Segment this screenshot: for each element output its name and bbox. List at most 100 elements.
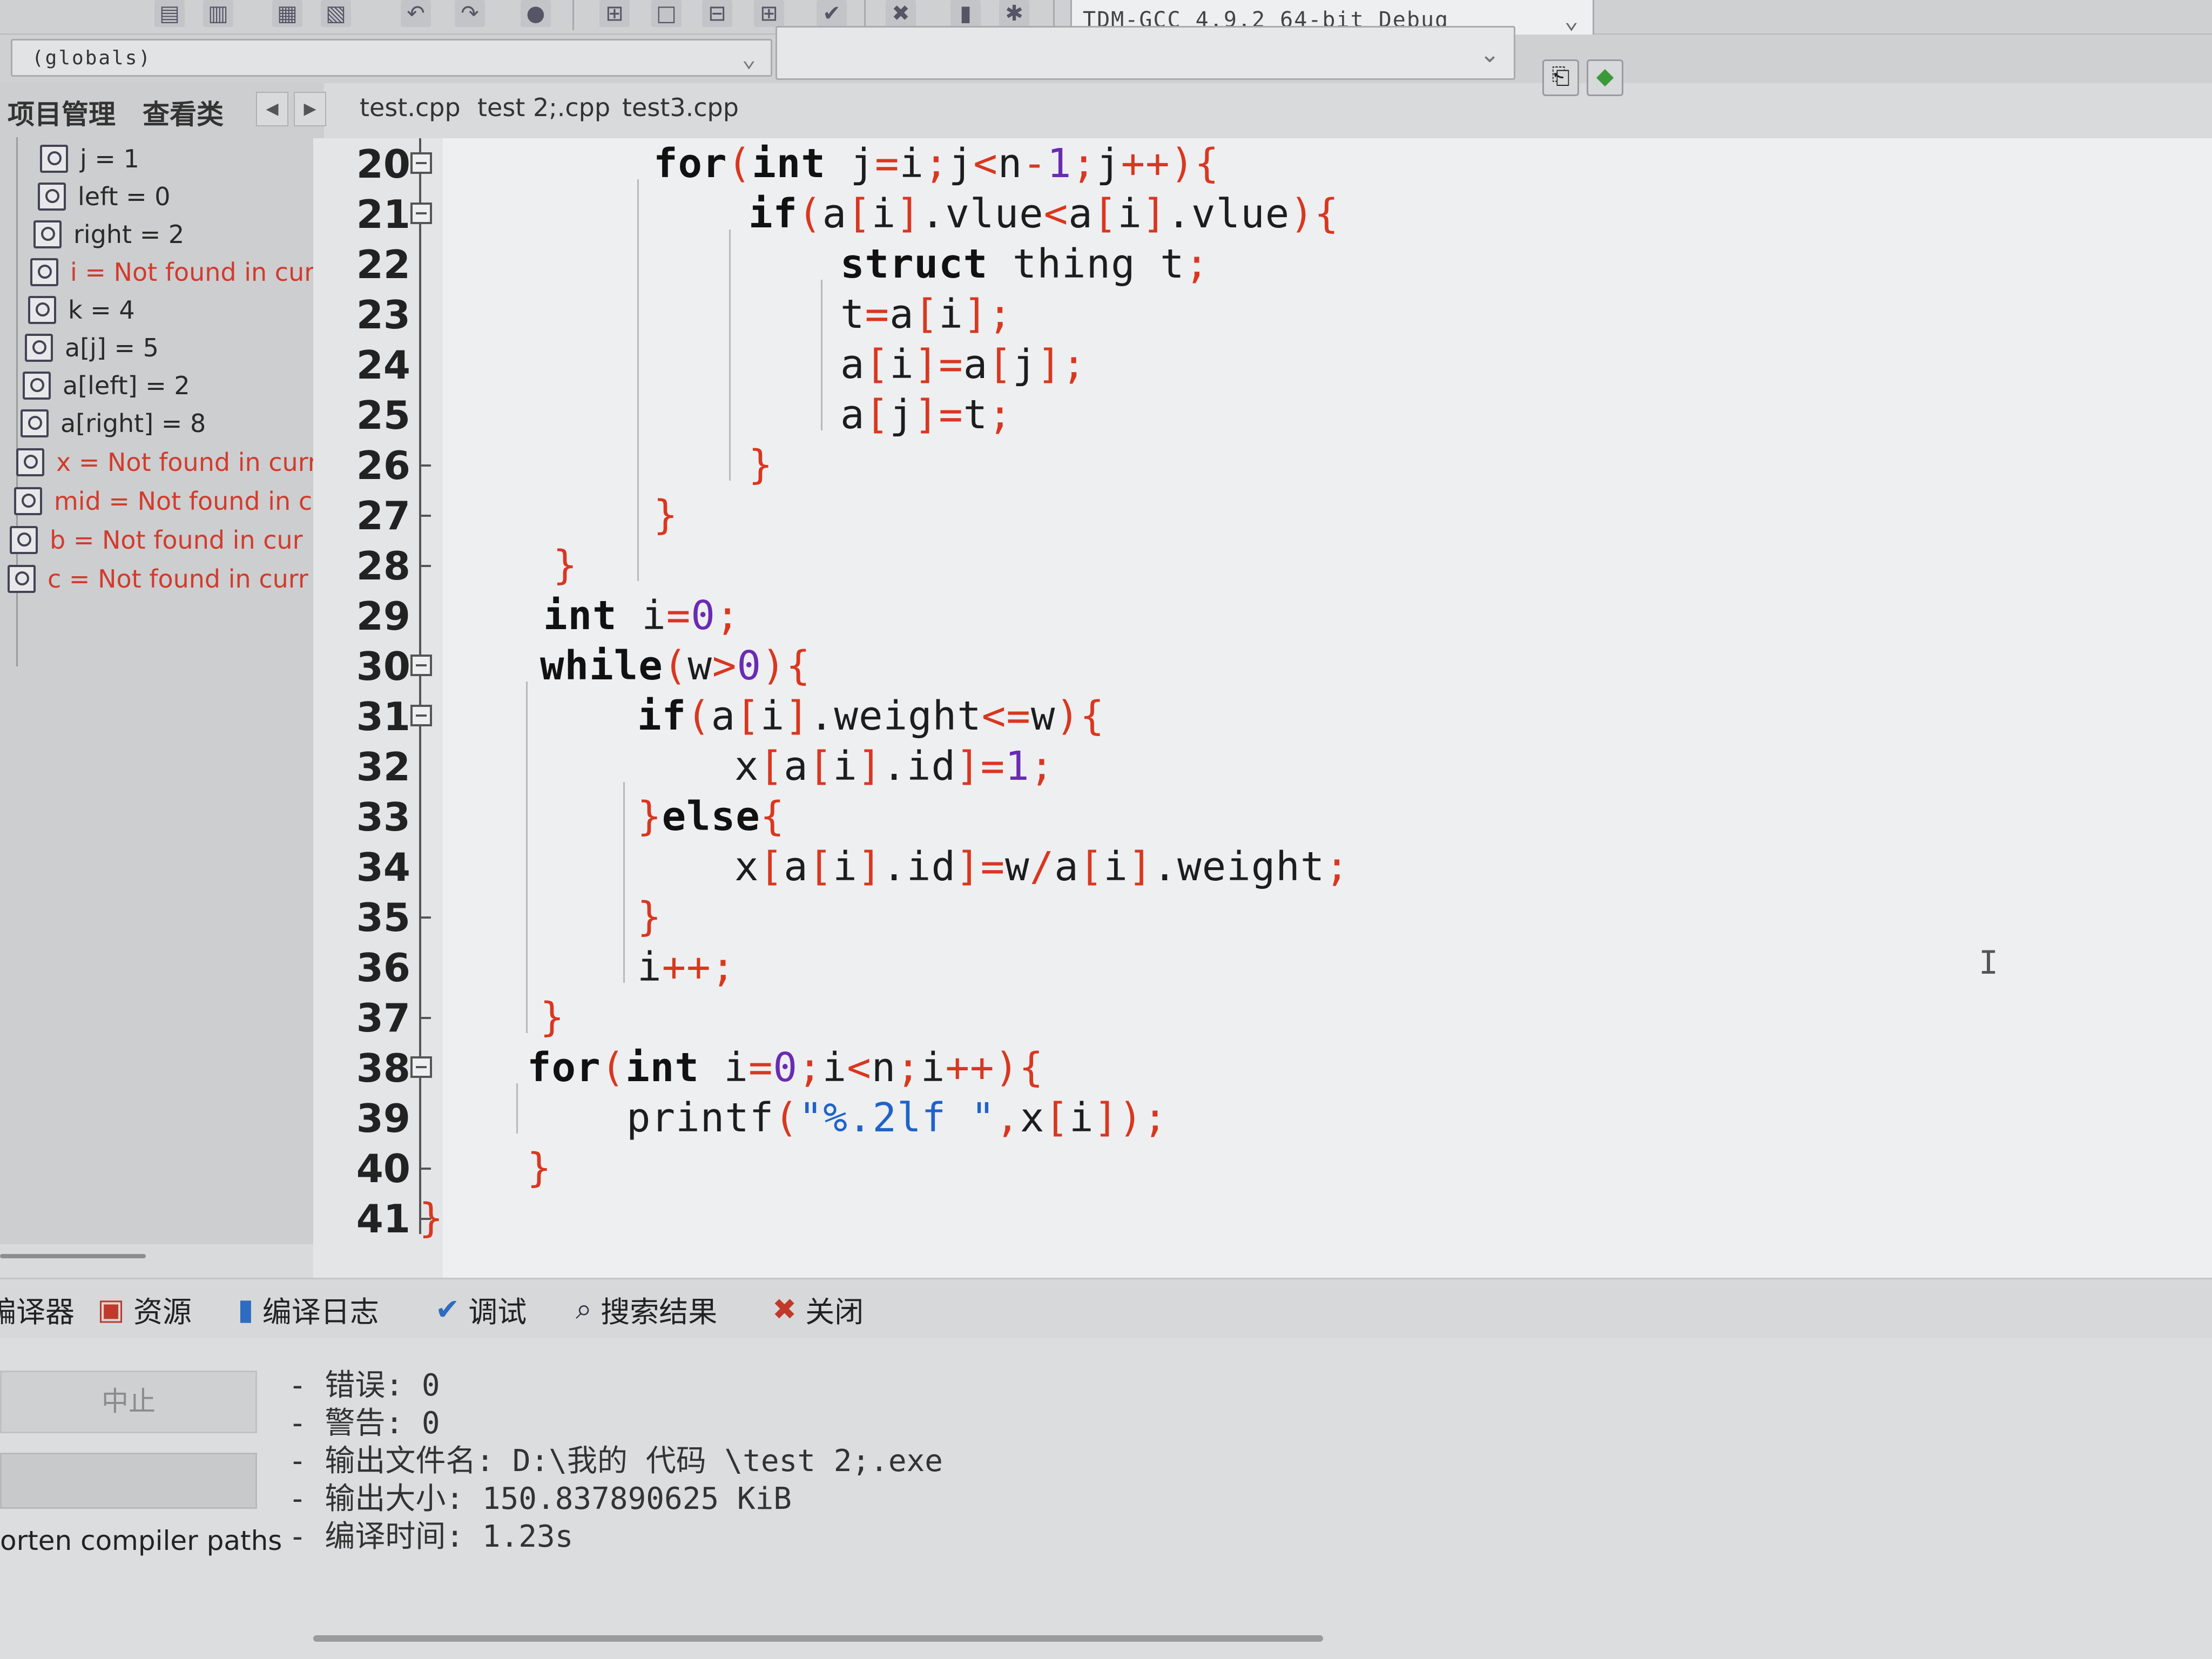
tab-test2-cpp[interactable]: test 2;.cpp xyxy=(477,93,610,122)
line-number: 33 xyxy=(356,794,410,840)
watch-item[interactable]: c = Not found in curr xyxy=(8,562,319,596)
code-line[interactable]: a[j]=t; xyxy=(840,392,1013,438)
watch-item[interactable]: k = 4 xyxy=(28,293,319,327)
code-editor[interactable]: 20 21 22 23 24 25 26 27 28 29 30 31 32 33 34 35 36 37 38 39… xyxy=(313,138,2212,1278)
watch-item[interactable]: left = 0 xyxy=(38,179,319,214)
bottom-tab[interactable]: ⌕ 搜索结果 xyxy=(576,1290,718,1329)
find-icon[interactable]: ● xyxy=(521,0,551,27)
line-number: 30 xyxy=(356,644,410,689)
tab-test3-cpp[interactable]: test3.cpp xyxy=(622,93,739,122)
code-line[interactable]: } xyxy=(553,542,578,589)
bottom-tab[interactable]: ▮ 编译日志 xyxy=(238,1290,379,1329)
tab-test-cpp[interactable]: test.cpp xyxy=(360,93,461,122)
chevron-down-icon: ⌄ xyxy=(741,45,758,72)
scope-select-value: (globals) xyxy=(32,47,152,69)
fold-toggle-icon[interactable] xyxy=(410,1056,432,1078)
compile-log-line: - 输出大小: 150.837890625 KiB xyxy=(288,1481,792,1516)
watch-item[interactable]: mid = Not found in c xyxy=(14,484,319,518)
line-number: 34 xyxy=(356,845,410,890)
undo-icon[interactable]: ↶ xyxy=(401,0,431,27)
fold-end-marker xyxy=(419,916,431,919)
code-line[interactable]: x[a[i].id]=1; xyxy=(734,743,1054,790)
code-line[interactable]: } xyxy=(527,1145,552,1191)
bottom-tab[interactable]: ✔ 调试 xyxy=(435,1290,527,1329)
line-number: 25 xyxy=(356,393,410,438)
chart-icon[interactable]: ▮ xyxy=(950,0,981,27)
watch-item[interactable]: x = Not found in curr xyxy=(16,445,319,480)
function-select[interactable]: ⌄ xyxy=(775,26,1515,80)
fold-toggle-icon[interactable] xyxy=(410,655,432,676)
watch-item-text: right = 2 xyxy=(73,220,185,249)
code-line[interactable]: struct thing t; xyxy=(840,241,1209,287)
open-file-icon[interactable]: ▤ xyxy=(154,0,185,27)
print-icon[interactable]: ▦ xyxy=(272,0,302,27)
watch-item[interactable]: right = 2 xyxy=(33,217,319,252)
redo-icon[interactable]: ↷ xyxy=(455,0,485,27)
code-line[interactable]: for(int j=i;j<n-1;j++){ xyxy=(653,140,1219,187)
line-number: 40 xyxy=(356,1146,410,1191)
panel-horizontal-scrollbar[interactable] xyxy=(0,1254,146,1258)
indent-guide xyxy=(821,280,822,430)
code-line[interactable]: } xyxy=(540,994,565,1041)
bottom-tab[interactable]: ▣ 资源 xyxy=(97,1290,192,1329)
code-line[interactable]: for(int i=0;i<n;i++){ xyxy=(527,1044,1044,1091)
code-line[interactable]: int i=0; xyxy=(543,592,740,639)
watch-item[interactable]: j = 1 xyxy=(40,141,319,176)
stop-icon[interactable]: ✖ xyxy=(886,0,916,27)
code-line[interactable]: if(a[i].weight<=w){ xyxy=(637,693,1105,739)
fold-toggle-icon[interactable] xyxy=(410,203,432,224)
fold-end-marker xyxy=(419,1017,431,1019)
watch-item[interactable]: a[j] = 5 xyxy=(25,331,319,365)
bottom-tab[interactable]: 编译器 xyxy=(0,1290,75,1329)
line-number: 31 xyxy=(356,694,410,739)
compile-run-icon[interactable]: ⊟ xyxy=(702,0,732,27)
code-line[interactable]: printf("%.2lf ",x[i]); xyxy=(626,1095,1168,1141)
save-file-icon[interactable]: ▥ xyxy=(203,0,233,27)
compile-icon[interactable]: ⊞ xyxy=(599,0,630,27)
rebuild-icon[interactable]: ⊞ xyxy=(754,0,784,27)
watch-item[interactable]: a[right] = 8 xyxy=(21,406,319,441)
bottom-tabs: 编译器 ▣ 资源 ▮ 编译日志 ✔ 调试 ⌕ 搜索结果 ✖ 关闭 xyxy=(0,1278,2212,1339)
code-line[interactable]: } xyxy=(419,1195,444,1242)
code-line[interactable]: } xyxy=(653,492,678,538)
search-results-icon: ⌕ xyxy=(576,1292,592,1326)
print-preview-icon[interactable]: ▧ xyxy=(321,0,351,27)
line-number: 35 xyxy=(356,895,410,940)
code-line[interactable]: x[a[i].id]=w/a[i].weight; xyxy=(734,844,1350,890)
left-panel: 项目管理 查看类 ◀ ▶ j = 1 left = 0 right = 2 i = N… xyxy=(0,83,326,1258)
indent-guide xyxy=(729,230,731,481)
shorten-compiler-paths-label[interactable]: orten compiler paths xyxy=(0,1525,282,1556)
run-icon[interactable]: □ xyxy=(651,0,682,27)
watch-item-text: a[j] = 5 xyxy=(65,333,159,362)
code-line[interactable]: a[i]=a[j]; xyxy=(840,341,1087,388)
scope-select[interactable]: (globals) ⌄ xyxy=(11,39,772,77)
line-number: 26 xyxy=(356,443,410,488)
bottom-tab-label: 搜索结果 xyxy=(601,1294,718,1329)
watch-variable-icon xyxy=(38,183,66,211)
code-line[interactable]: while(w>0){ xyxy=(540,643,811,689)
watch-item[interactable]: i = Not found in curr xyxy=(30,255,319,289)
fold-toggle-icon[interactable] xyxy=(410,152,432,174)
code-line[interactable]: t=a[i]; xyxy=(840,291,1013,338)
code-line[interactable]: }else{ xyxy=(637,793,785,840)
abort-button[interactable]: 中止 xyxy=(0,1371,257,1433)
tab-scroll-left-icon[interactable]: ◀ xyxy=(256,92,288,126)
chevron-down-icon: ⌄ xyxy=(1480,41,1500,68)
code-line[interactable]: } xyxy=(748,442,773,488)
code-line[interactable]: } xyxy=(637,894,662,940)
watch-item[interactable]: b = Not found in cur xyxy=(10,523,319,557)
tab-scroll-right-icon[interactable]: ▶ xyxy=(294,92,326,126)
bottom-tab[interactable]: ✖ 关闭 xyxy=(772,1290,864,1329)
watch-item[interactable]: a[left] = 2 xyxy=(23,368,319,403)
fold-toggle-icon[interactable] xyxy=(410,705,432,726)
tab-project[interactable]: 项目管理 xyxy=(8,93,116,132)
syntax-check-icon[interactable]: ✔ xyxy=(817,0,847,27)
watch-variable-icon xyxy=(14,487,42,515)
code-line[interactable]: if(a[i].vlue<a[i].vlue){ xyxy=(748,191,1339,237)
profile-icon[interactable]: ✱ xyxy=(999,0,1029,27)
tab-classes[interactable]: 查看类 xyxy=(143,93,224,132)
log-horizontal-scrollbar[interactable] xyxy=(313,1635,1323,1642)
code-line[interactable]: i++; xyxy=(637,944,736,990)
watch-item-text: left = 0 xyxy=(78,182,171,211)
watch-item-text: c = Not found in curr xyxy=(48,564,308,594)
